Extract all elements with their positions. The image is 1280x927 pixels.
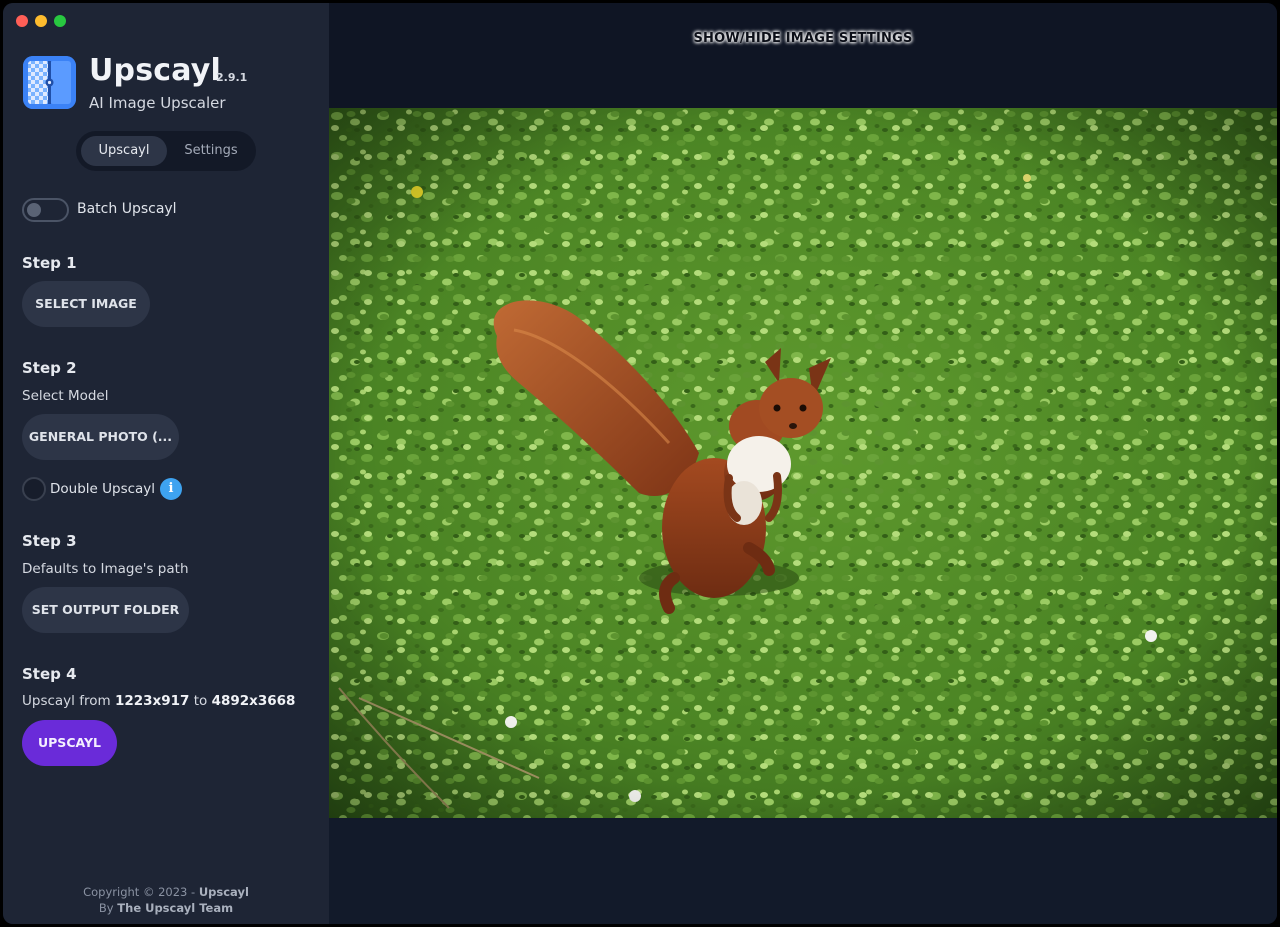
resolution-connector: to [193,693,208,709]
double-upscayl-label: Double Upscayl [50,481,156,497]
app-version: 2.9.1 [216,71,248,84]
step-3-subtitle: Defaults to Image's path [22,561,189,577]
step-3-title: Step 3 [22,532,77,550]
footer-brand-link[interactable]: Upscayl [199,885,249,899]
preview-bottom-area [329,818,1277,924]
step-2-subtitle: Select Model [22,388,109,404]
close-window-button[interactable] [16,15,28,27]
batch-upscayl-label: Batch Upscayl [77,201,177,217]
step-4-title: Step 4 [22,665,77,683]
double-upscayl-radio[interactable] [22,477,46,501]
select-image-button[interactable]: SELECT IMAGE [22,281,150,327]
main-area: SHOW/HIDE IMAGE SETTINGS [329,3,1277,924]
show-hide-image-settings-button[interactable]: SHOW/HIDE IMAGE SETTINGS [329,31,1277,46]
app-tagline: AI Image Upscaler [89,94,226,112]
maximize-window-button[interactable] [54,15,66,27]
image-preview [329,108,1277,818]
copyright-text: Copyright © 2023 - [83,885,196,899]
info-icon[interactable]: i [160,478,182,500]
tab-upscayl[interactable]: Upscayl [81,136,167,166]
step-2-title: Step 2 [22,359,77,377]
minimize-window-button[interactable] [35,15,47,27]
footer-by: By [98,901,114,915]
app-window: Upscayl 2.9.1 AI Image Upscaler Upscayl … [3,3,1277,924]
footer-team-link[interactable]: The Upscayl Team [117,901,233,915]
step-1-title: Step 1 [22,254,77,272]
model-select-button[interactable]: GENERAL PHOTO (... [22,414,179,460]
sidebar: Upscayl 2.9.1 AI Image Upscaler Upscayl … [3,3,329,924]
mode-tabs: Upscayl Settings [76,131,256,171]
upscayl-button[interactable]: UPSCAYL [22,720,117,766]
source-resolution: 1223x917 [114,693,190,709]
upscale-resolution-text: Upscayl from 1223x917 to 4892x3668 [22,693,295,709]
batch-upscayl-toggle[interactable] [22,198,69,222]
toggle-knob [27,203,41,217]
resolution-prefix: Upscayl from [22,693,111,709]
upscayl-logo-icon [23,56,76,109]
footer-copyright: Copyright © 2023 - Upscayl [3,885,329,899]
set-output-folder-button[interactable]: SET OUTPUT FOLDER [22,587,189,633]
squirrel-photo [329,108,1277,818]
target-resolution: 4892x3668 [211,693,296,709]
footer-team: By The Upscayl Team [3,901,329,915]
app-name: Upscayl [89,53,222,88]
tab-settings[interactable]: Settings [170,136,252,166]
